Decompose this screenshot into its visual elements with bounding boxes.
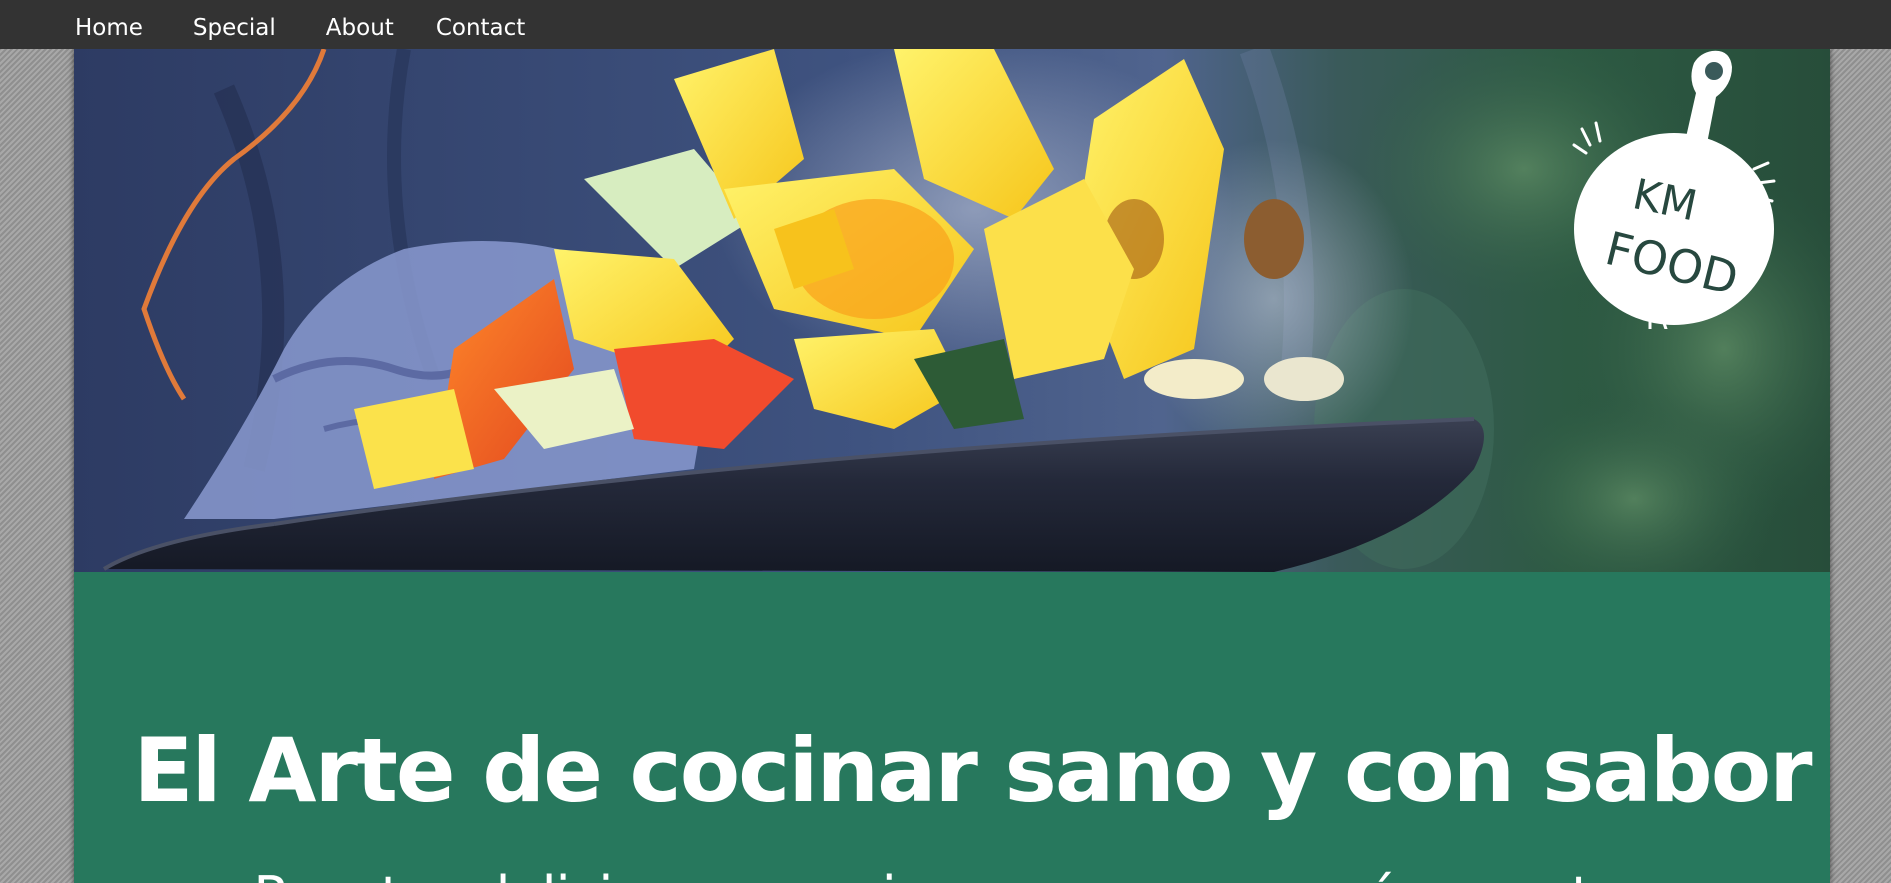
hero-banner: El Arte de cocinar sano y con sabor Rece… bbox=[74, 572, 1830, 883]
nav-link-contact[interactable]: Contact bbox=[436, 9, 525, 41]
nav-link-home[interactable]: Home bbox=[75, 9, 143, 41]
page-container: KM FOOD El Arte de cocinar sano y con sa… bbox=[74, 49, 1830, 883]
top-navbar: Home Special About Contact bbox=[0, 0, 1891, 49]
km-food-logo[interactable]: KM FOOD bbox=[1554, 49, 1784, 329]
nav-menu: Home Special About Contact bbox=[75, 0, 525, 49]
nav-link-special[interactable]: Special bbox=[193, 9, 276, 41]
page-subtitle: Recetas deliciosas para incorporar en me… bbox=[74, 870, 1830, 883]
frying-pan-logo-icon: KM FOOD bbox=[1572, 50, 1776, 329]
hero-image: KM FOOD bbox=[74, 49, 1830, 572]
nav-link-about[interactable]: About bbox=[326, 9, 394, 41]
page-title: El Arte de cocinar sano y con sabor bbox=[133, 719, 1812, 822]
